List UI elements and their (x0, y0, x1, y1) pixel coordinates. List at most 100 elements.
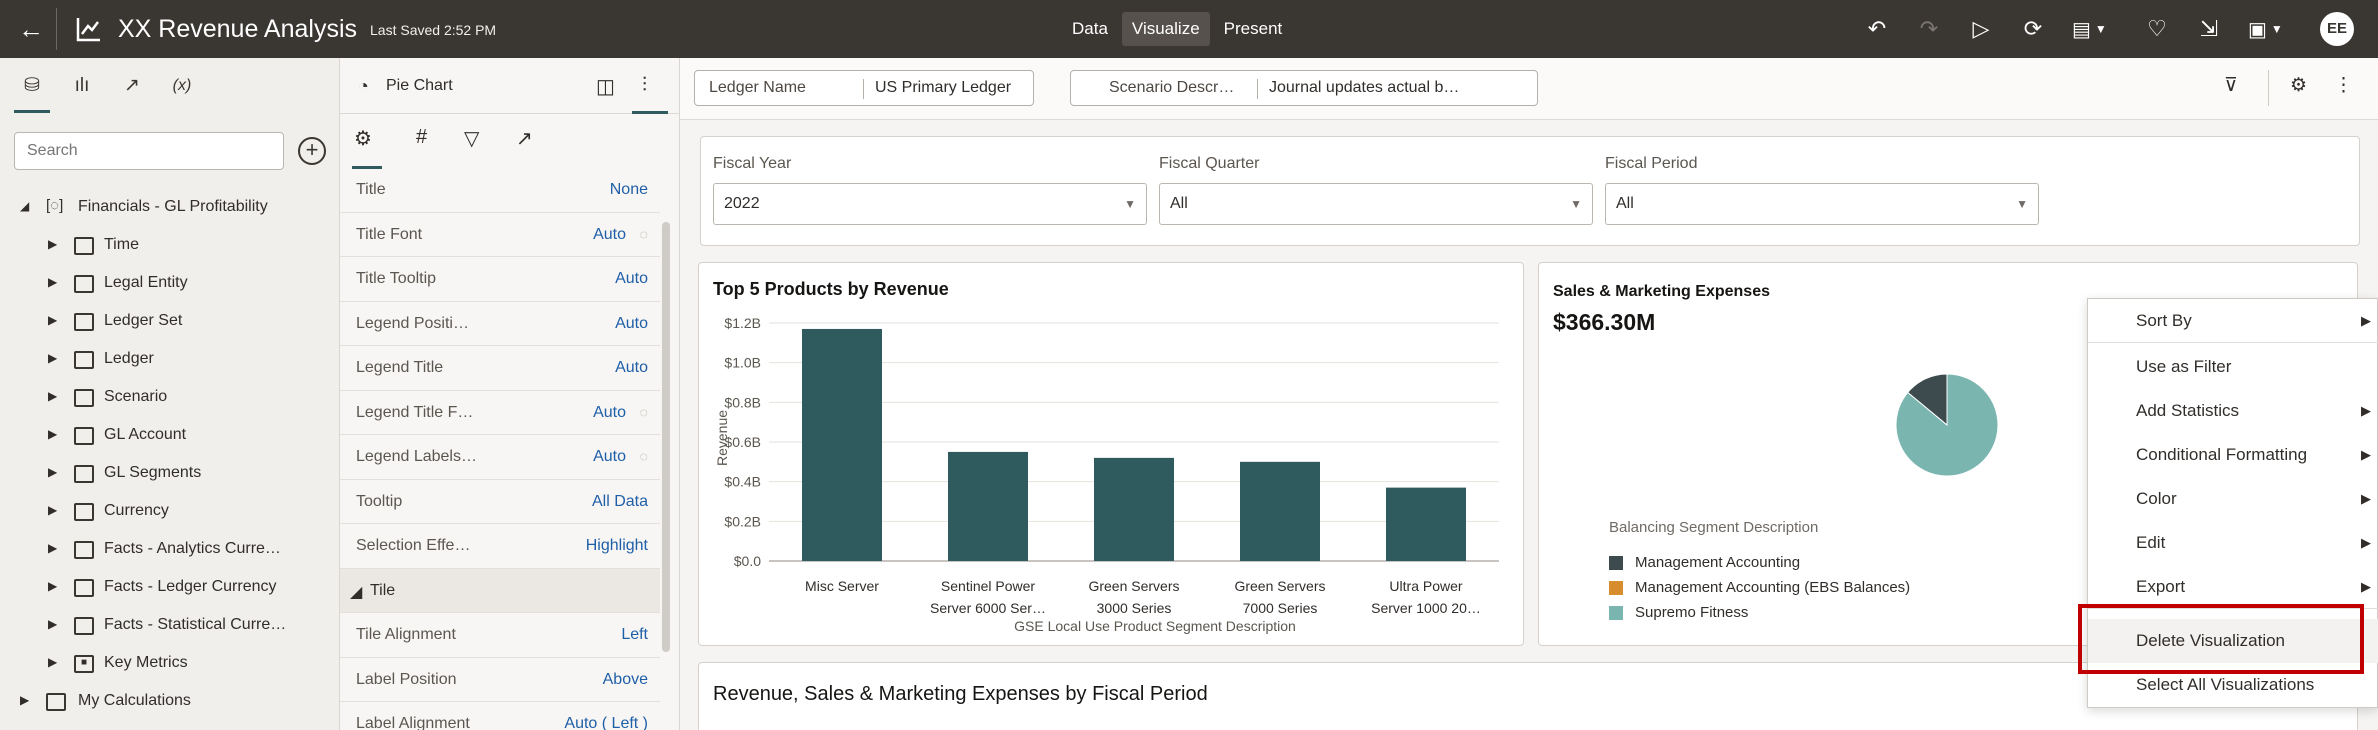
prop-title-tooltip[interactable]: Title Tooltip Auto (340, 257, 660, 302)
tree-item-folder[interactable]: ▶ Facts - Statistical Curre… (0, 606, 340, 644)
prop-value[interactable]: None (610, 181, 648, 199)
bar[interactable] (1094, 457, 1174, 561)
tree-item-folder[interactable]: ▶ GL Segments (0, 454, 340, 492)
prop-value[interactable]: Above (603, 671, 648, 689)
menu-item-edit[interactable]: Edit ▶ (2088, 521, 2378, 565)
expand-icon[interactable]: ▶ (48, 579, 62, 593)
prop-value[interactable]: Left (621, 626, 648, 644)
fiscal-year-select[interactable]: 2022 ▼ (713, 183, 1147, 225)
properties-panel-icon[interactable]: ⫶ (642, 74, 647, 97)
tree-item-folder[interactable]: ▶ Scenario (0, 378, 340, 416)
expand-icon[interactable]: ▶ (48, 389, 62, 403)
tab-present[interactable]: Present (1214, 12, 1293, 46)
prop-value[interactable]: Highlight (586, 537, 648, 555)
menu-item-conditional-formatting[interactable]: Conditional Formatting ▶ (2088, 433, 2378, 477)
bar[interactable] (1240, 461, 1320, 561)
viz-type-label[interactable]: Pie Chart (386, 77, 453, 95)
number-format-icon[interactable]: # (416, 126, 427, 149)
tab-data[interactable]: Data (1062, 12, 1118, 46)
tree-item-folder[interactable]: ▶ Facts - Ledger Currency (0, 568, 340, 606)
expand-icon[interactable]: ▶ (48, 503, 62, 517)
prop-tile-alignment[interactable]: Tile Alignment Left (340, 613, 660, 658)
menu-item-export[interactable]: Export ▶ (2088, 565, 2378, 609)
expand-icon[interactable]: ▶ (48, 313, 62, 327)
filter-ledger-name[interactable]: Ledger Name US Primary Ledger (694, 70, 1034, 106)
export-icon[interactable]: ⇲ (2196, 16, 2222, 42)
prop-legend-title-font[interactable]: Legend Title F… Auto ◌ (340, 391, 660, 435)
legend-item[interactable]: Management Accounting (1609, 553, 1969, 573)
bar[interactable] (802, 328, 882, 561)
menu-item-sort-by[interactable]: Sort By ▶ (2088, 299, 2378, 343)
prop-label-position[interactable]: Label Position Above (340, 658, 660, 702)
collapse-icon[interactable]: ◢ (20, 199, 34, 213)
database-icon[interactable]: ⛁ (16, 72, 48, 100)
collapse-icon[interactable]: ◢ (350, 582, 362, 602)
tree-item-folder[interactable]: ▶ Legal Entity (0, 264, 340, 302)
prop-label-alignment[interactable]: Label Alignment Auto ( Left ) (340, 702, 660, 730)
auto-apply-icon[interactable]: ⚙ (2290, 74, 2307, 97)
analytics-icon[interactable]: ↗ (116, 72, 148, 100)
filter-icon[interactable]: ▽ (464, 126, 479, 151)
expand-icon[interactable]: ▶ (48, 427, 62, 441)
filter-settings-icon[interactable]: ⊽ (2224, 74, 2238, 97)
tree-item-my-calculations[interactable]: ▶ My Calculations (0, 682, 340, 720)
tree-root[interactable]: ◢ [◌] Financials - GL Profitability (0, 188, 340, 226)
tab-visualize[interactable]: Visualize (1121, 12, 1210, 46)
prop-value[interactable]: All Data (592, 493, 648, 511)
reset-icon[interactable]: ◌ (640, 448, 648, 464)
reset-icon[interactable]: ◌ (640, 404, 648, 420)
prop-value[interactable]: Auto (593, 404, 626, 422)
arrow-left-icon[interactable]: ← (14, 12, 48, 46)
tree-item-folder[interactable]: ▶ Time (0, 226, 340, 264)
function-icon[interactable]: (x) (166, 72, 198, 100)
prop-value[interactable]: Auto (593, 448, 626, 466)
tree-item-key-metrics[interactable]: ▶ ■ Key Metrics (0, 644, 340, 682)
bar-chart-card[interactable]: Top 5 Products by Revenue $0.0 $0.2B $0.4B… (698, 262, 1524, 646)
insight-icon[interactable]: ♡ (2144, 16, 2170, 42)
prop-title[interactable]: Title None (340, 168, 660, 213)
search-input[interactable] (14, 132, 284, 170)
prop-title-font[interactable]: Title Font Auto ◌ (340, 213, 660, 257)
workbook-title[interactable]: XX Revenue Analysis (118, 12, 357, 46)
prop-value[interactable]: Auto (615, 315, 648, 333)
expand-icon[interactable]: ▶ (48, 655, 62, 669)
tree-item-folder[interactable]: ▶ Currency (0, 492, 340, 530)
legend-item[interactable]: Management Accounting (EBS Balances) (1609, 578, 1969, 598)
prop-value[interactable]: Auto ( Left ) (564, 715, 648, 730)
section-tile[interactable]: ◢ Tile (340, 568, 660, 613)
fiscal-quarter-select[interactable]: All ▼ (1159, 183, 1593, 225)
menu-item-color[interactable]: Color ▶ (2088, 477, 2378, 521)
redo-icon[interactable]: ↷ (1916, 16, 1942, 42)
reset-icon[interactable]: ◌ (640, 226, 648, 242)
expand-icon[interactable]: ▶ (20, 693, 34, 707)
legend-item[interactable]: Supremo Fitness (1609, 603, 1969, 623)
more-options-icon[interactable]: ⋮ (2334, 74, 2353, 97)
bar[interactable] (1386, 487, 1466, 561)
tree-item-folder[interactable]: ▶ GL Account (0, 416, 340, 454)
grammar-panel-icon[interactable]: ◫ (596, 74, 615, 99)
prop-legend-position[interactable]: Legend Positi… Auto (340, 302, 660, 346)
expand-icon[interactable]: ▶ (48, 275, 62, 289)
filter-scenario[interactable]: Scenario Descr… Journal updates actual b… (1070, 70, 1538, 106)
menu-item-add-statistics[interactable]: Add Statistics ▶ (2088, 389, 2378, 433)
refresh-data-icon[interactable]: ⟳ (2020, 16, 2046, 42)
tree-item-folder[interactable]: ▶ Ledger (0, 340, 340, 378)
expand-icon[interactable]: ▶ (48, 541, 62, 555)
general-tab-icon[interactable]: ⚙ (354, 126, 372, 151)
expand-icon[interactable]: ▶ (48, 237, 62, 251)
save-menu-icon[interactable]: ▣ ▼ (2248, 16, 2294, 42)
prop-value[interactable]: Auto (615, 270, 648, 288)
narrate-menu-icon[interactable]: ▤ ▼ (2072, 16, 2118, 42)
add-data-icon[interactable]: + (298, 137, 326, 165)
undo-icon[interactable]: ↶ (1864, 16, 1890, 42)
bar[interactable] (948, 451, 1028, 561)
analytics-tab-icon[interactable]: ↗ (516, 126, 533, 151)
scrollbar[interactable] (662, 222, 670, 652)
chart-icon[interactable]: ılı (66, 72, 98, 100)
prop-selection-effect[interactable]: Selection Effe… Highlight (340, 524, 660, 569)
prop-legend-labels[interactable]: Legend Labels… Auto ◌ (340, 435, 660, 480)
prop-value[interactable]: Auto (593, 226, 626, 244)
tree-item-folder[interactable]: ▶ Ledger Set (0, 302, 340, 340)
tree-item-folder[interactable]: ▶ Facts - Analytics Curre… (0, 530, 340, 568)
avatar[interactable]: EE (2320, 12, 2354, 46)
